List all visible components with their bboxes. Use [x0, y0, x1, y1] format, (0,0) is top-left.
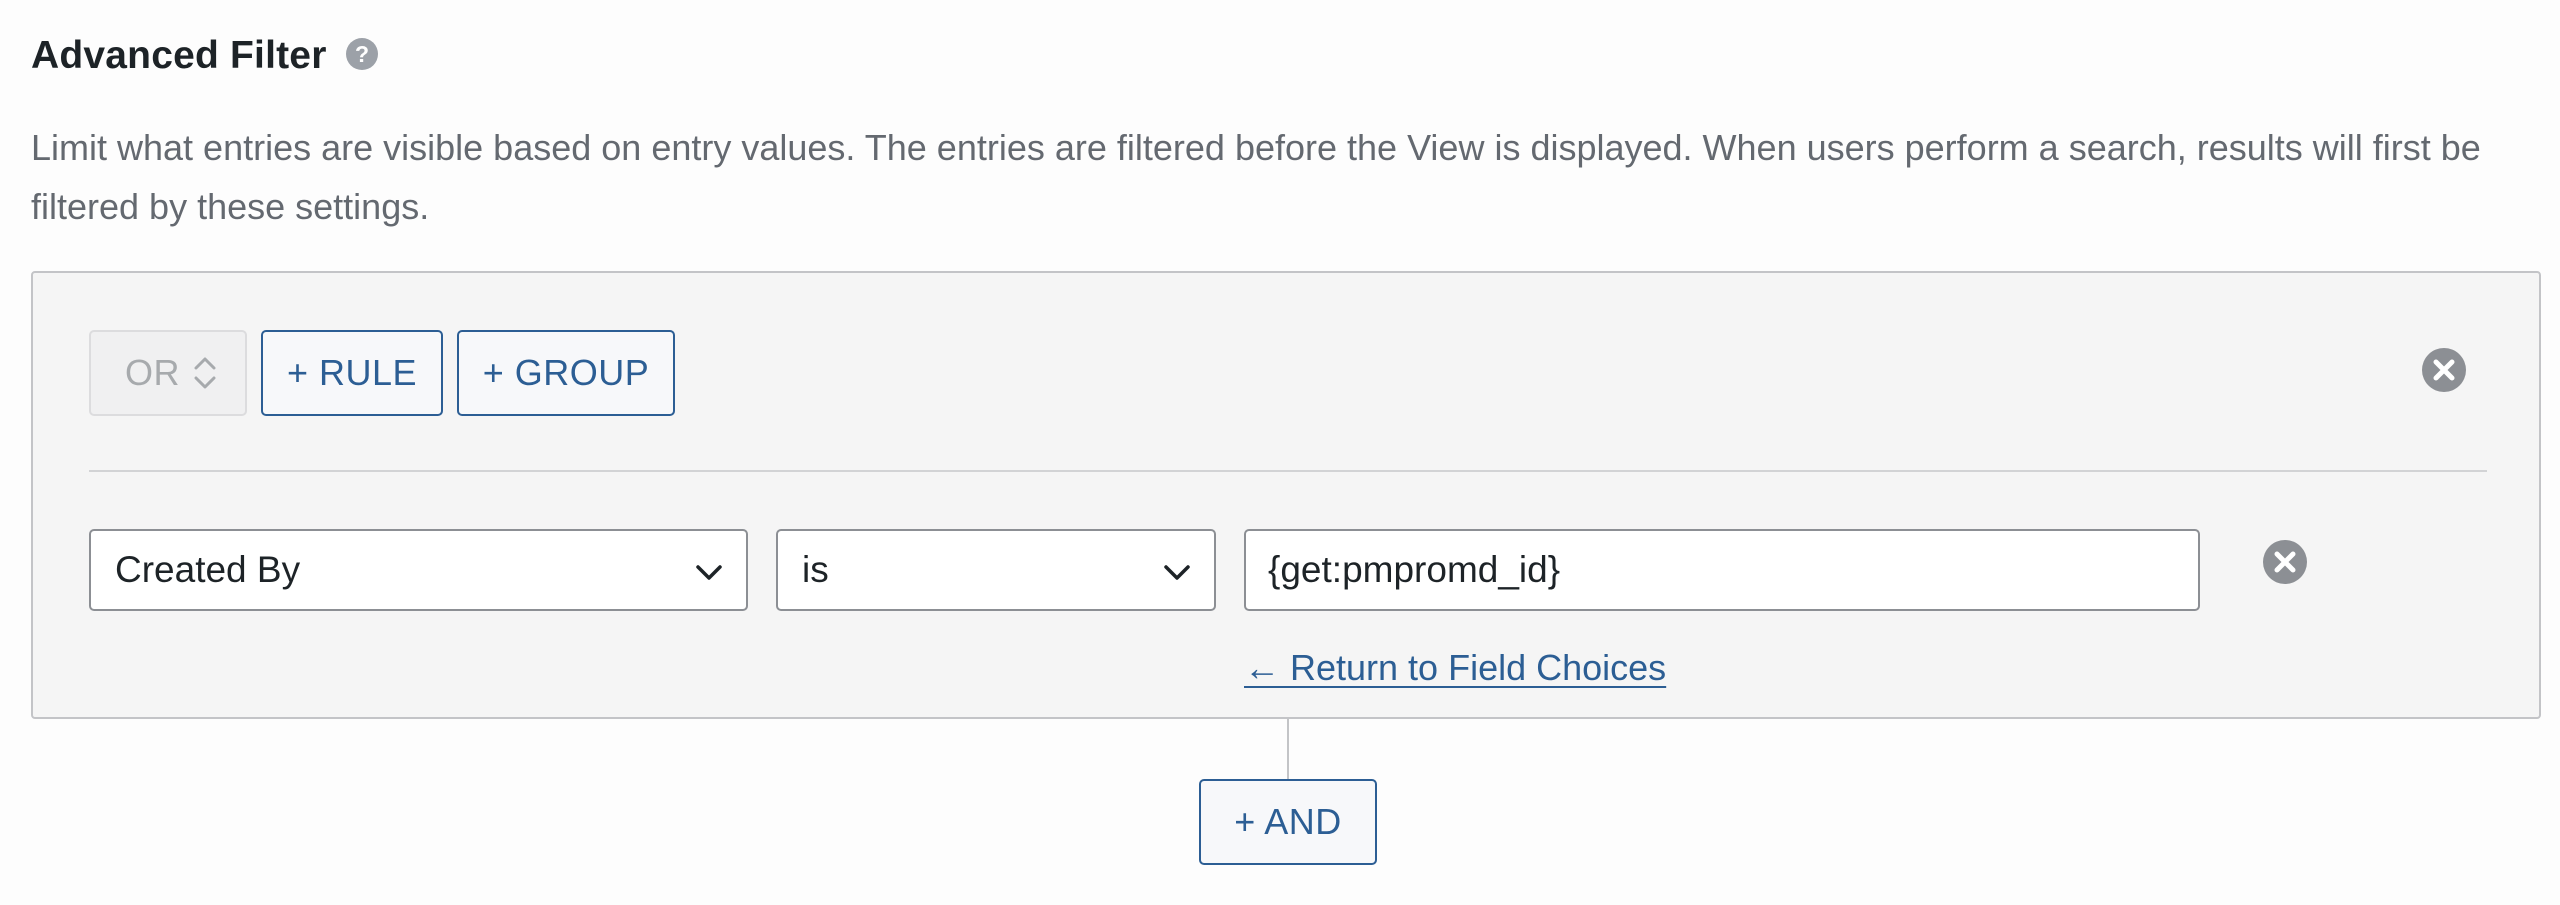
- question-circle-icon[interactable]: ?: [345, 37, 379, 71]
- up-down-chevron-icon: [194, 357, 216, 389]
- logic-toggle-button[interactable]: OR: [89, 330, 247, 416]
- group-divider: [89, 470, 2487, 472]
- rule-value-text: {get:pmpromd_id}: [1268, 549, 1561, 590]
- heading-row: Advanced Filter ?: [31, 34, 379, 78]
- logic-toggle-label: OR: [125, 352, 180, 393]
- field-select[interactable]: Created By: [89, 529, 748, 611]
- return-to-field-choices-link[interactable]: ← Return to Field Choices: [1244, 647, 1666, 689]
- add-and-button[interactable]: + AND: [1199, 779, 1377, 865]
- svg-text:?: ?: [355, 41, 369, 67]
- advanced-filter-page: Advanced Filter ? Limit what entries are…: [0, 0, 2560, 905]
- remove-group-close-icon[interactable]: [2421, 347, 2467, 393]
- rule-value-input[interactable]: {get:pmpromd_id}: [1244, 529, 2200, 611]
- operator-select-value: is: [802, 549, 829, 590]
- add-group-button[interactable]: + GROUP: [457, 330, 675, 416]
- remove-rule-close-icon[interactable]: [2262, 539, 2308, 585]
- filter-group-box: OR + RULE + GROUP Created By is {get:pmp…: [31, 271, 2541, 719]
- and-connector-line: [1287, 719, 1289, 779]
- section-description: Limit what entries are visible based on …: [31, 127, 2481, 227]
- chevron-down-icon: [1164, 565, 1190, 580]
- section-title: Advanced Filter: [31, 34, 327, 77]
- chevron-down-icon: [696, 565, 722, 580]
- field-select-value: Created By: [115, 549, 301, 590]
- add-rule-button[interactable]: + RULE: [261, 330, 443, 416]
- operator-select[interactable]: is: [776, 529, 1216, 611]
